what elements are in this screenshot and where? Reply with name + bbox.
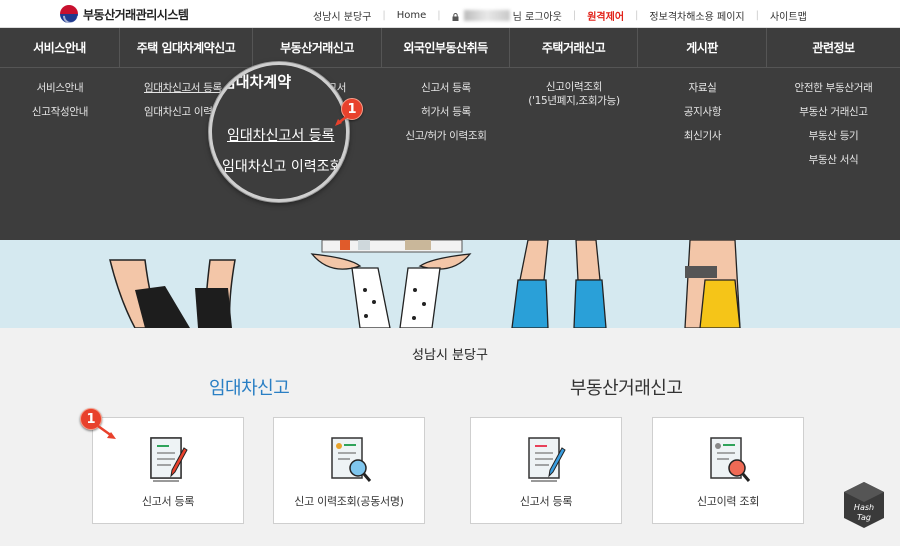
tab-foreigner-acquisition[interactable]: 외국인부동산취득 <box>382 28 510 68</box>
tab-board[interactable]: 게시판 <box>638 28 767 68</box>
menu-item-permit-history[interactable]: 신고/허가 이력조회 <box>382 128 510 152</box>
nav-tabs: 서비스안내 주택 임대차계약신고 부동산거래신고 외국인부동산취득 주택거래신고… <box>0 28 900 68</box>
menu-housing: 신고이력조회 ('15년폐지,조회가능) <box>510 80 638 108</box>
top-bar: 부동산거래관리시스템 성남시 분당구 | Home | 님 로그아웃 | 원격제… <box>0 0 900 28</box>
menu-item-foreigner-register[interactable]: 신고서 등록 <box>382 80 510 104</box>
card-lease-register-label: 신고서 등록 <box>141 495 195 508</box>
realestate-section-title: 부동산거래신고 <box>570 378 683 399</box>
menu-item-writing-guide[interactable]: 신고작성안내 <box>0 104 120 128</box>
menu-item-archive[interactable]: 자료실 <box>638 80 767 104</box>
menu-item-permit-register[interactable]: 허가서 등록 <box>382 104 510 128</box>
card-lease-history-label: 신고 이력조회(공동서명) <box>294 495 404 508</box>
lease-section-title: 임대차신고 <box>209 378 290 399</box>
magnifier-lease-history[interactable]: 임대차신고 이력조회 <box>222 156 342 176</box>
menu-item-news[interactable]: 최신기사 <box>638 128 767 152</box>
privacy-page-link[interactable]: 정보격차해소용 페이지 <box>649 8 744 23</box>
lock-icon <box>452 12 459 21</box>
panel-region-label: 성남시 분당구 <box>412 348 488 363</box>
hashtag-watermark: Hash Tag <box>844 482 884 528</box>
menu-related: 안전한 부동산거래 부동산 거래신고 부동산 등기 부동산 서식 <box>767 80 900 176</box>
sitemap-link[interactable]: 사이트맵 <box>770 8 807 23</box>
pointer-arrow-icon <box>97 424 116 439</box>
menu-item-forms[interactable]: 부동산 서식 <box>767 152 900 176</box>
menu-item-registry[interactable]: 부동산 등기 <box>767 128 900 152</box>
magnifier-title: 임대차계약 <box>222 73 292 91</box>
home-link[interactable]: Home <box>397 10 427 21</box>
card-realestate-register[interactable]: 신고서 등록 <box>470 417 622 524</box>
document-search-icon <box>331 437 372 482</box>
menu-board: 자료실 공지사항 최신기사 <box>638 80 767 152</box>
card-realestate-history[interactable]: 신고이력 조회 <box>652 417 804 524</box>
menu-item-housing-note: ('15년폐지,조회가능) <box>528 95 620 107</box>
tab-service-guide[interactable]: 서비스안내 <box>0 28 120 68</box>
pointer-arrow-icon <box>335 113 351 126</box>
document-pencil-icon <box>150 437 188 482</box>
menu-item-notice[interactable]: 공지사항 <box>638 104 767 128</box>
site-logo[interactable]: 부동산거래관리시스템 <box>60 5 189 23</box>
report-panel: 성남시 분당구 임대차신고 부동산거래신고 신고서 등록 신고 이력조회(공동서… <box>0 328 900 546</box>
government-emblem-icon <box>60 5 78 23</box>
menu-foreigner: 신고서 등록 허가서 등록 신고/허가 이력조회 <box>382 80 510 152</box>
tab-lease-report[interactable]: 주택 임대차계약신고 <box>120 28 253 68</box>
menu-item-trade-report[interactable]: 부동산 거래신고 <box>767 104 900 128</box>
logout-link[interactable]: 님 로그아웃 <box>513 8 562 23</box>
tab-related-info[interactable]: 관련정보 <box>767 28 900 68</box>
magnifier-callout: 임대차계약 임대차신고서 등록 임대차신고 이력조회 <box>209 62 349 202</box>
site-title: 부동산거래관리시스템 <box>83 7 189 22</box>
remote-control-link[interactable]: 원격제어 <box>587 8 624 23</box>
utility-links: 성남시 분당구 | Home | 님 로그아웃 | 원격제어 | 정보격차해소용… <box>313 8 807 23</box>
card-lease-history[interactable]: 신고 이력조회(공동서명) <box>273 417 425 524</box>
tab-housing-report[interactable]: 주택거래신고 <box>510 28 638 68</box>
menu-item-safe-trade[interactable]: 안전한 부동산거래 <box>767 80 900 104</box>
user-name-blurred <box>463 10 510 21</box>
document-search-icon <box>710 437 751 482</box>
card-realestate-register-label: 신고서 등록 <box>519 495 573 508</box>
main-navigation: 서비스안내 주택 임대차계약신고 부동산거래신고 외국인부동산취득 주택거래신고… <box>0 28 900 240</box>
magnifier-lease-register[interactable]: 임대차신고서 등록 <box>227 125 335 145</box>
menu-item-service-guide[interactable]: 서비스안내 <box>0 80 120 104</box>
region-label: 성남시 분당구 <box>313 12 372 23</box>
document-pencil-icon <box>528 437 566 482</box>
menu-item-housing-history[interactable]: 신고이력조회 <box>510 80 638 94</box>
card-realestate-history-label: 신고이력 조회 <box>696 495 760 508</box>
hands-illustration <box>109 240 741 328</box>
watermark-line2: Tag <box>857 513 871 522</box>
hero-illustration <box>0 240 900 328</box>
menu-service-guide: 서비스안내 신고작성안내 <box>0 80 120 128</box>
watermark-line1: Hash <box>854 503 874 512</box>
